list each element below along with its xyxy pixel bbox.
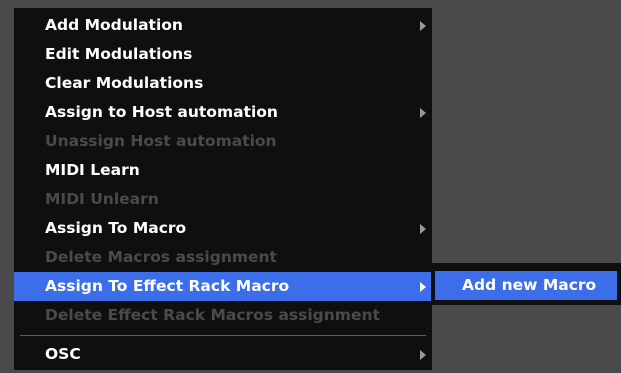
menu-item-clear-modulations[interactable]: Clear Modulations <box>14 69 432 98</box>
desktop-background: Add Modulation Edit Modulations Clear Mo… <box>0 0 621 373</box>
menu-item-label: Add Modulation <box>45 16 183 34</box>
menu-item-delete-effect-rack-macros-assignment: Delete Effect Rack Macros assignment <box>14 301 432 330</box>
menu-item-label: MIDI Learn <box>45 161 140 179</box>
submenu-item-add-new-macro[interactable]: Add new Macro <box>435 271 617 300</box>
chevron-right-icon <box>420 20 426 31</box>
menu-item-label: Clear Modulations <box>45 74 204 92</box>
separator-line <box>20 335 426 336</box>
menu-item-label: Assign To Macro <box>45 219 187 237</box>
menu-item-unassign-host-automation: Unassign Host automation <box>14 127 432 156</box>
menu-item-osc[interactable]: OSC <box>14 340 432 369</box>
menu-item-label: MIDI Unlearn <box>45 190 159 208</box>
menu-item-assign-to-effect-rack-macro[interactable]: Assign To Effect Rack Macro <box>14 272 432 301</box>
menu-item-edit-modulations[interactable]: Edit Modulations <box>14 40 432 69</box>
chevron-right-icon <box>420 349 426 360</box>
menu-item-midi-learn[interactable]: MIDI Learn <box>14 156 432 185</box>
menu-item-label: Delete Effect Rack Macros assignment <box>45 306 380 324</box>
context-menu: Add Modulation Edit Modulations Clear Mo… <box>14 8 432 370</box>
chevron-right-icon <box>420 223 426 234</box>
chevron-right-icon <box>420 107 426 118</box>
effect-rack-macro-submenu: Add new Macro <box>431 263 621 305</box>
menu-item-delete-macros-assignment: Delete Macros assignment <box>14 243 432 272</box>
chevron-right-icon <box>420 281 426 292</box>
menu-item-label: Assign to Host automation <box>45 103 278 121</box>
menu-item-label: Assign To Effect Rack Macro <box>45 277 290 295</box>
menu-item-add-modulation[interactable]: Add Modulation <box>14 11 432 40</box>
menu-item-label: Edit Modulations <box>45 45 193 63</box>
menu-item-label: OSC <box>45 345 81 363</box>
menu-item-label: Delete Macros assignment <box>45 248 277 266</box>
menu-separator <box>14 330 432 340</box>
menu-item-assign-to-macro[interactable]: Assign To Macro <box>14 214 432 243</box>
menu-item-assign-host-automation[interactable]: Assign to Host automation <box>14 98 432 127</box>
menu-item-label: Unassign Host automation <box>45 132 277 150</box>
menu-item-midi-unlearn: MIDI Unlearn <box>14 185 432 214</box>
submenu-item-label: Add new Macro <box>462 276 597 294</box>
